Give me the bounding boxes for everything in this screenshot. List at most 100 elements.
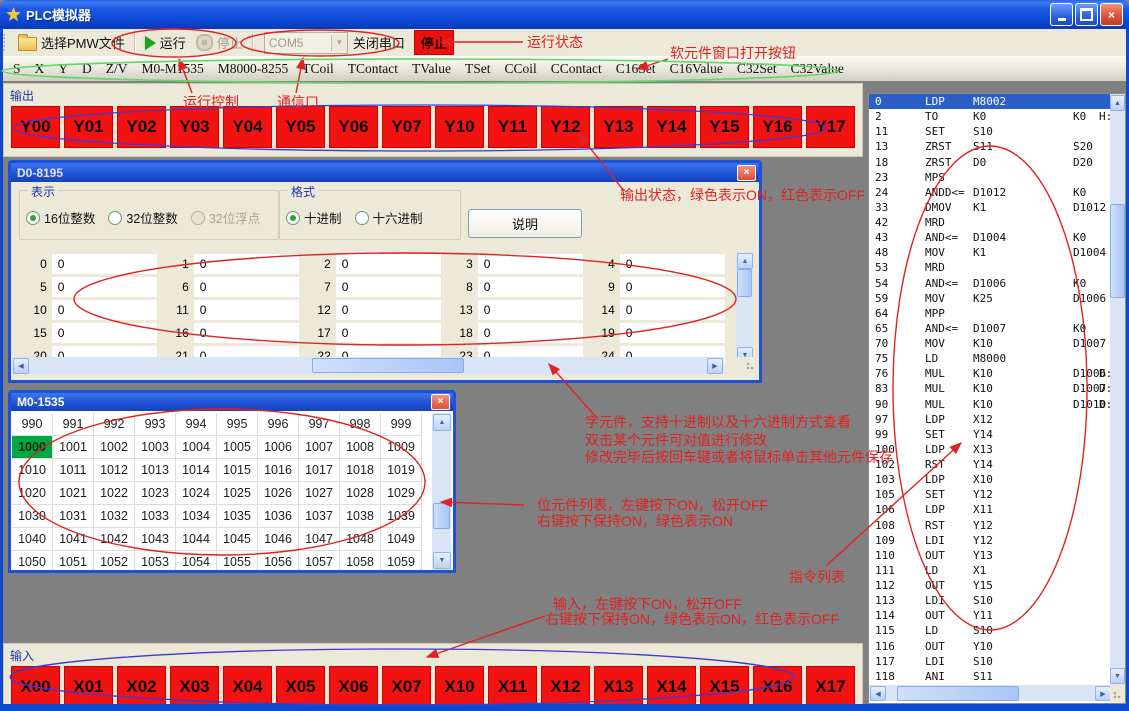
d-cell-value[interactable]: 0 <box>478 277 583 297</box>
m-cell[interactable]: 992 <box>94 413 135 436</box>
m-cell[interactable]: 1045 <box>217 528 258 551</box>
output-button[interactable]: Y03 <box>170 106 219 148</box>
radio-32bit-int[interactable]: 32位整数 <box>108 208 177 227</box>
device-bar-item[interactable]: C16Set <box>609 61 663 77</box>
radio-16bit-int[interactable]: 16位整数 <box>26 208 95 227</box>
instruction-row[interactable]: 111 LD X1 <box>869 563 1112 578</box>
instruction-row[interactable]: 110 OUT Y13 <box>869 548 1112 563</box>
instruction-row[interactable]: 97 LDP X12 <box>869 412 1112 427</box>
resize-grip[interactable] <box>1110 685 1125 703</box>
m-cell[interactable]: 1019 <box>381 459 422 482</box>
d-window-titlebar[interactable]: D0-8195 × <box>11 163 759 182</box>
instruction-row[interactable]: 2 TO K0 K0 H: <box>869 109 1112 124</box>
m-cell[interactable]: 1010 <box>12 459 53 482</box>
minimize-button[interactable] <box>1050 3 1073 26</box>
instruction-row[interactable]: 116 OUT Y10 <box>869 639 1112 654</box>
input-button[interactable]: X07 <box>382 666 431 708</box>
input-button[interactable]: X06 <box>329 666 378 708</box>
device-bar-item[interactable]: TSet <box>458 61 498 77</box>
device-bar-item[interactable]: Y <box>51 61 75 77</box>
instruction-row[interactable]: 114 OUT Y11 <box>869 608 1112 623</box>
d-cell-value[interactable]: 0 <box>336 323 441 343</box>
m-cell[interactable]: 1056 <box>258 551 299 570</box>
instruction-row[interactable]: 23 MPS <box>869 170 1112 185</box>
d-cell[interactable]: 17 0 <box>299 321 441 344</box>
input-button[interactable]: X15 <box>700 666 749 708</box>
m-cell[interactable]: 1054 <box>176 551 217 570</box>
d-cell[interactable]: 2 0 <box>299 252 441 275</box>
scroll-thumb[interactable] <box>312 358 464 373</box>
instruction-row[interactable]: 70 MOV K10 D1007 <box>869 336 1112 351</box>
m-cell[interactable]: 1002 <box>94 436 135 459</box>
instruction-row[interactable]: 24 ANDD<= D1012 K0 <box>869 185 1112 200</box>
d-cell[interactable]: 18 0 <box>441 321 583 344</box>
m-cell[interactable]: 1032 <box>94 505 135 528</box>
d-cell-value[interactable]: 0 <box>52 254 157 274</box>
d-cell-value[interactable]: 0 <box>336 254 441 274</box>
output-button[interactable]: Y00 <box>11 106 60 148</box>
device-bar-item[interactable]: TCoil <box>295 61 341 77</box>
output-button[interactable]: Y07 <box>382 106 431 148</box>
m-cell[interactable]: 1030 <box>12 505 53 528</box>
m-cell[interactable]: 1020 <box>12 482 53 505</box>
m-cell[interactable]: 1050 <box>12 551 53 570</box>
d-cell[interactable]: 9 0 <box>583 275 725 298</box>
instruction-row[interactable]: 118 ANI S11 <box>869 669 1112 684</box>
m-cell[interactable]: 1005 <box>217 436 258 459</box>
radio-hexadecimal[interactable]: 十六进制 <box>355 208 423 227</box>
instruction-row[interactable]: 53 MRD <box>869 260 1112 275</box>
close-serial-button[interactable]: 关闭串口 <box>348 31 410 54</box>
instruction-row[interactable]: 59 MOV K25 D1006 <box>869 291 1112 306</box>
d-cell[interactable]: 8 0 <box>441 275 583 298</box>
instruction-row[interactable]: 76 MUL K10 D1006 D: <box>869 366 1112 381</box>
d-cell-value[interactable]: 0 <box>52 277 157 297</box>
m-cell[interactable]: 1044 <box>176 528 217 551</box>
m-cell[interactable]: 1051 <box>53 551 94 570</box>
scroll-down-icon[interactable]: ▼ <box>433 552 451 569</box>
d-window-close-icon[interactable]: × <box>737 165 756 181</box>
m-cell[interactable]: 1000 <box>12 436 53 459</box>
d-cell[interactable]: 1 0 <box>157 252 299 275</box>
scroll-up-icon[interactable]: ▲ <box>433 414 451 431</box>
m-cell[interactable]: 1003 <box>135 436 176 459</box>
d-cell-value[interactable]: 0 <box>194 300 299 320</box>
output-button[interactable]: Y17 <box>806 106 855 148</box>
m-cell[interactable]: 1058 <box>340 551 381 570</box>
instruction-row[interactable]: 11 SET S10 <box>869 124 1112 139</box>
instruction-row[interactable]: 106 LDP X11 <box>869 502 1112 517</box>
d-cell-value[interactable]: 0 <box>194 277 299 297</box>
m-cell[interactable]: 1029 <box>381 482 422 505</box>
scroll-right-icon[interactable]: ▶ <box>707 358 723 374</box>
device-bar-item[interactable]: C32Set <box>730 61 784 77</box>
instruction-row[interactable]: 113 LDI S10 <box>869 593 1112 608</box>
instruction-row[interactable]: 64 MPP <box>869 306 1112 321</box>
d-vertical-scrollbar[interactable]: ▲ ▼ <box>736 252 753 364</box>
m-cell[interactable]: 1034 <box>176 505 217 528</box>
scroll-left-icon[interactable]: ◀ <box>870 686 886 701</box>
m-cell[interactable]: 1055 <box>217 551 258 570</box>
m-cell[interactable]: 1042 <box>94 528 135 551</box>
instruction-row[interactable]: 105 SET Y12 <box>869 487 1112 502</box>
d-cell-value[interactable]: 0 <box>620 323 725 343</box>
input-button[interactable]: X00 <box>11 666 60 708</box>
resize-grip[interactable] <box>730 357 758 374</box>
output-button[interactable]: Y13 <box>594 106 643 148</box>
device-bar-item[interactable]: Z/V <box>99 61 135 77</box>
instruction-row[interactable]: 83 MUL K10 D1007 D: <box>869 381 1112 396</box>
d-cell[interactable]: 4 0 <box>583 252 725 275</box>
m-cell[interactable]: 1001 <box>53 436 94 459</box>
m-cell[interactable]: 1017 <box>299 459 340 482</box>
device-bar-item[interactable]: D <box>75 61 99 77</box>
instruction-row[interactable]: 103 LDP X10 <box>869 472 1112 487</box>
m-cell[interactable]: 1052 <box>94 551 135 570</box>
device-bar-item[interactable]: C16Value <box>663 61 730 77</box>
device-bar-item[interactable]: X <box>28 61 52 77</box>
m-cell[interactable]: 1012 <box>94 459 135 482</box>
d-cell[interactable]: 3 0 <box>441 252 583 275</box>
d-cell[interactable]: 0 0 <box>15 252 157 275</box>
d-cell-value[interactable]: 0 <box>478 323 583 343</box>
d-cell[interactable]: 7 0 <box>299 275 441 298</box>
instruction-row[interactable]: 42 MRD <box>869 215 1112 230</box>
device-bar-item[interactable]: C32Value <box>784 61 851 77</box>
input-button[interactable]: X13 <box>594 666 643 708</box>
